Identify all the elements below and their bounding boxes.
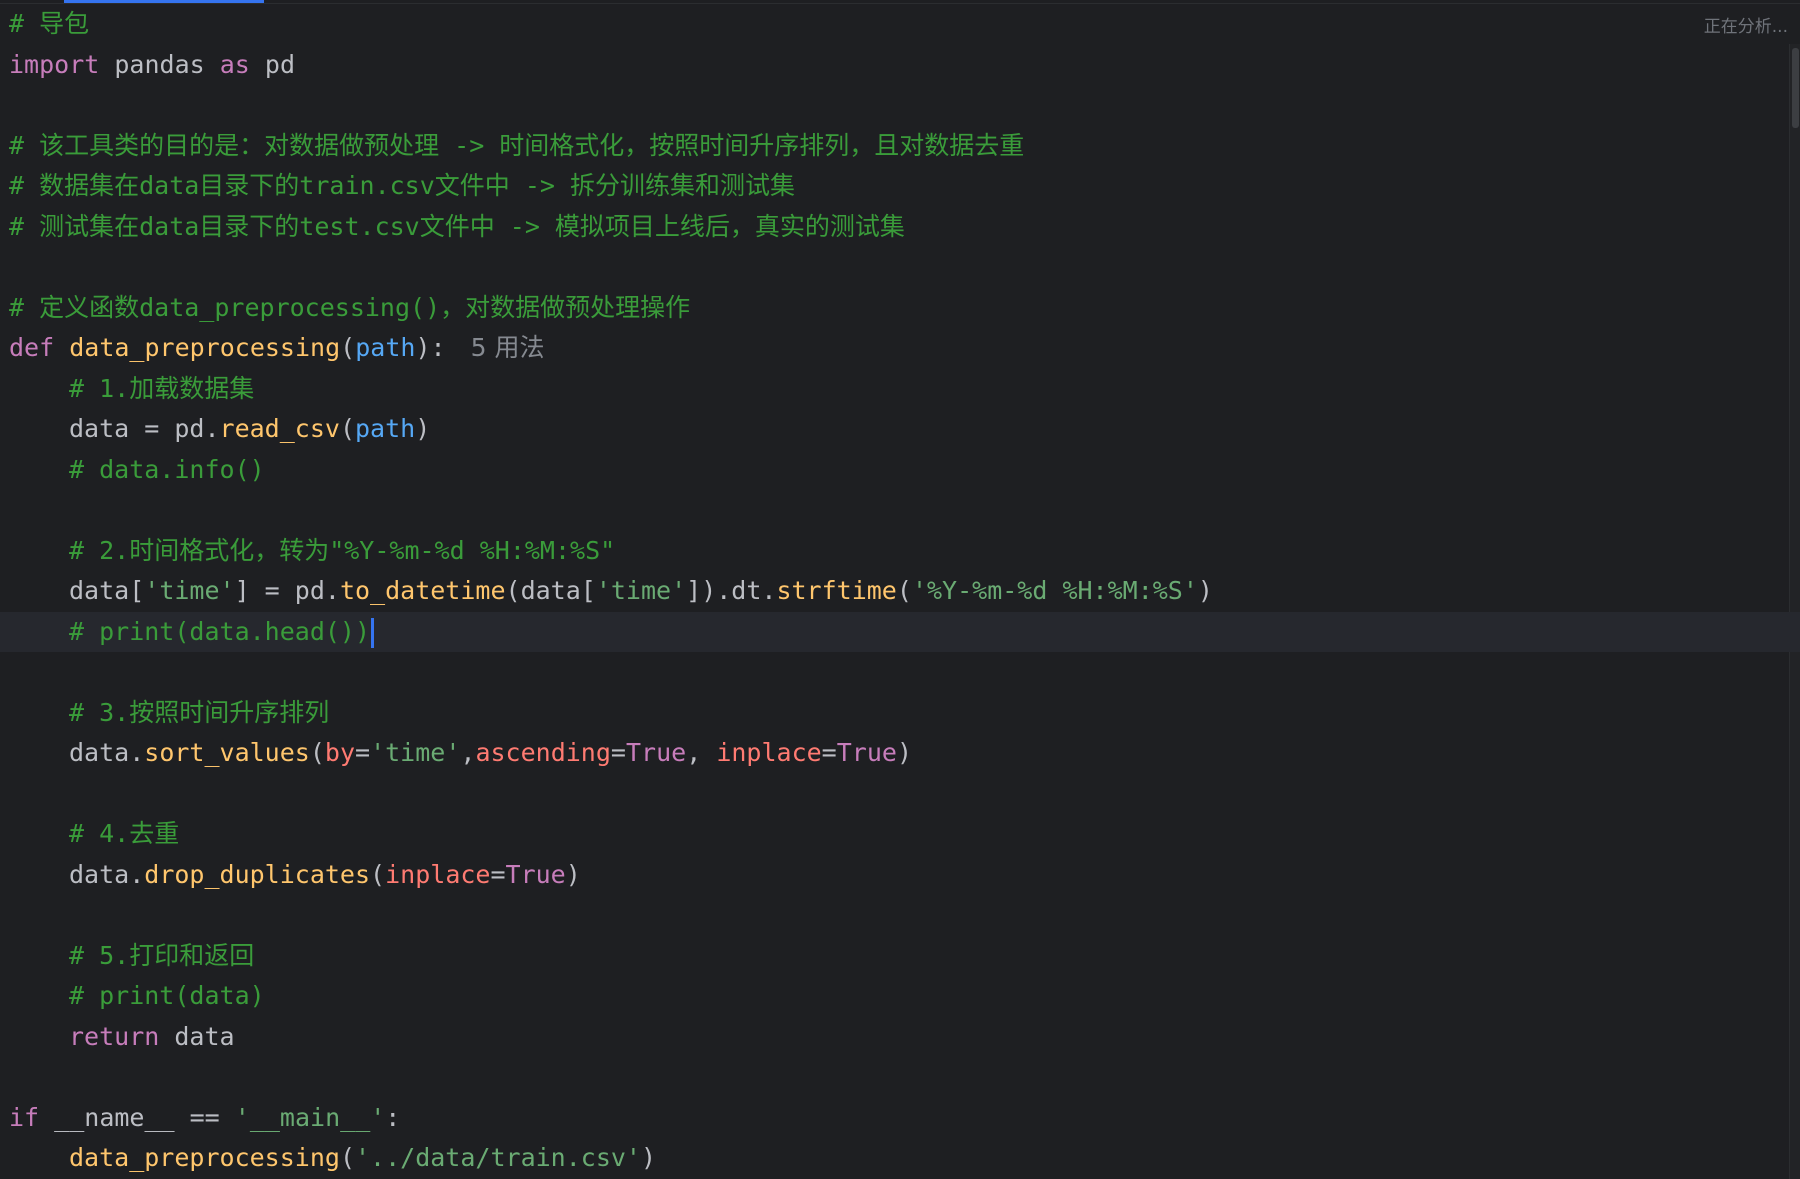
code-line[interactable]: # print(data) xyxy=(9,976,1784,1017)
comment: # 1.加载数据集 xyxy=(69,373,255,403)
code-line[interactable]: data.sort_values(by='time',ascending=Tru… xyxy=(9,733,1784,774)
module-name: pandas xyxy=(99,49,220,79)
code-area[interactable]: # 导包 import pandas as pd # 该工具类的目的是：对数据做… xyxy=(0,4,1800,1179)
parameter: path xyxy=(355,333,416,362)
string-literal: 'time' xyxy=(595,576,687,605)
code-line[interactable]: # 2.时间格式化，转为"%Y-%m-%d %H:%M:%S" xyxy=(9,531,1784,572)
string-literal: 'time' xyxy=(144,576,235,605)
code-line[interactable]: # 定义函数data_preprocessing()，对数据做预处理操作 xyxy=(9,288,1784,329)
code-text: data. xyxy=(69,738,145,767)
function-call: data_preprocessing xyxy=(69,1143,340,1172)
code-text: data[ xyxy=(69,576,145,605)
code-line-blank[interactable] xyxy=(9,652,1784,693)
string-literal: '%Y-%m-%d %H:%M:%S' xyxy=(911,576,1198,605)
code-text: (data[ xyxy=(505,576,596,605)
code-line-blank[interactable] xyxy=(9,895,1784,936)
code-line-current[interactable]: # print(data.head()) xyxy=(0,611,1800,652)
comment: # 该工具类的目的是：对数据做预处理 -> 时间格式化，按照时间升序排列，且对数… xyxy=(9,130,1025,160)
function-call: strftime xyxy=(776,576,897,605)
text-caret xyxy=(371,617,375,648)
code-line[interactable]: data['time'] = pd.to_datetime(data['time… xyxy=(9,571,1784,612)
usages-hint[interactable]: 5 用法 xyxy=(471,333,545,362)
code-text: ]).dt. xyxy=(686,576,777,605)
keyword-as: as xyxy=(219,49,250,79)
function-call: read_csv xyxy=(219,414,340,443)
code-text: data. xyxy=(69,859,145,889)
code-line[interactable]: return data xyxy=(9,1017,1784,1058)
comment: # 3.按照时间升序排列 xyxy=(69,697,330,727)
code-line[interactable]: data.drop_duplicates(inplace=True) xyxy=(9,855,1784,896)
keyword-import: import xyxy=(9,49,100,79)
code-text: __name__ == xyxy=(39,1102,235,1132)
code-line[interactable]: # 3.按照时间升序排列 xyxy=(9,693,1784,734)
keyword-return: return xyxy=(69,1021,160,1051)
code-line-blank[interactable] xyxy=(9,490,1784,531)
code-line-blank[interactable] xyxy=(9,1057,1784,1098)
function-call: to_datetime xyxy=(339,576,506,605)
comment: # print(data) xyxy=(69,981,265,1010)
function-name: data_preprocessing xyxy=(69,333,341,362)
bool-literal: True xyxy=(625,738,687,767)
comment: # 5.打印和返回 xyxy=(69,940,255,970)
function-call: drop_duplicates xyxy=(144,859,371,889)
code-line-blank[interactable] xyxy=(9,85,1784,126)
code-line[interactable]: # 5.打印和返回 xyxy=(9,936,1784,977)
keyword-arg: inplace xyxy=(716,738,822,767)
code-line[interactable]: # 测试集在data目录下的test.csv文件中 -> 模拟项目上线后，真实的… xyxy=(9,207,1784,248)
code-line[interactable]: # data.info() xyxy=(9,450,1784,491)
comment: # 数据集在data目录下的train.csv文件中 -> 拆分训练集和测试集 xyxy=(9,171,795,200)
code-line[interactable]: # 数据集在data目录下的train.csv文件中 -> 拆分训练集和测试集 xyxy=(9,166,1784,207)
code-text: : xyxy=(385,1102,401,1132)
string-literal: '__main__' xyxy=(234,1102,386,1132)
keyword-if: if xyxy=(9,1102,40,1132)
comment: # print(data.head()) xyxy=(69,616,371,646)
code-line[interactable]: # 导包 xyxy=(9,4,1784,45)
keyword-arg: ascending xyxy=(475,738,611,767)
scrollbar-thumb[interactable] xyxy=(1792,48,1799,128)
module-alias: pd xyxy=(249,49,295,79)
comment: # 导包 xyxy=(9,9,90,38)
comment: # 2.时间格式化，转为"%Y-%m-%d %H:%M:%S" xyxy=(69,535,616,565)
code-line-blank[interactable] xyxy=(9,774,1784,815)
code-text: ] = pd. xyxy=(234,576,340,605)
code-editor[interactable]: 正在分析... # 导包 import pandas as pd # 该工具类的… xyxy=(0,0,1800,1179)
code-line[interactable]: # 4.去重 xyxy=(9,814,1784,855)
keyword-arg: by xyxy=(324,738,356,767)
code-text: data = pd. xyxy=(69,414,220,443)
code-line[interactable]: # 1.加载数据集 xyxy=(9,369,1784,410)
parameter: path xyxy=(355,414,416,443)
code-line[interactable]: data = pd.read_csv(path) xyxy=(9,409,1784,450)
bool-literal: True xyxy=(836,738,897,767)
keyword-arg: inplace xyxy=(385,859,491,889)
comment: # data.info() xyxy=(69,454,265,484)
keyword-def: def xyxy=(9,333,55,362)
code-line[interactable]: data_preprocessing('../data/train.csv') xyxy=(9,1138,1784,1179)
string-literal: '../data/train.csv' xyxy=(355,1143,641,1172)
comment: # 测试集在data目录下的test.csv文件中 -> 模拟项目上线后，真实的… xyxy=(9,211,905,241)
function-call: sort_values xyxy=(144,738,310,767)
code-line[interactable]: # 该工具类的目的是：对数据做预处理 -> 时间格式化，按照时间升序排列，且对数… xyxy=(9,126,1784,167)
code-line[interactable]: import pandas as pd xyxy=(9,45,1784,86)
string-literal: 'time' xyxy=(370,738,461,767)
comment: # 4.去重 xyxy=(69,819,180,848)
code-line-blank[interactable] xyxy=(9,247,1784,288)
code-line[interactable]: if __name__ == '__main__': xyxy=(9,1098,1784,1139)
code-line[interactable]: def data_preprocessing(path): 5 用法 xyxy=(9,328,1784,369)
code-text: data xyxy=(159,1021,235,1051)
bool-literal: True xyxy=(505,859,566,889)
comment: # 定义函数data_preprocessing()，对数据做预处理操作 xyxy=(9,292,691,322)
